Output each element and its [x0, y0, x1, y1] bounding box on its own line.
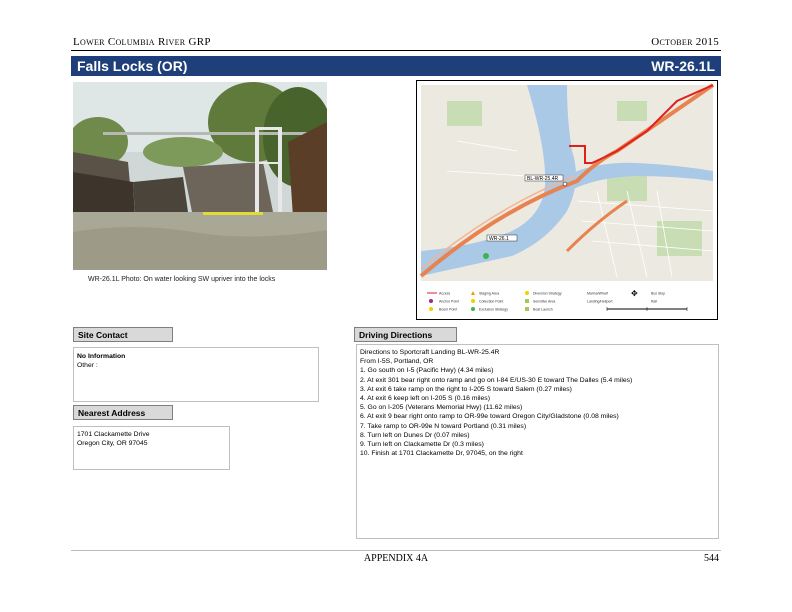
legend-anchor: Anchor Point: [439, 300, 459, 304]
direction-line: 3. At exit 6 take ramp on the right to I…: [360, 385, 572, 393]
page-number: 544: [704, 553, 719, 564]
legend-bus: Bus Stop: [651, 292, 665, 296]
header-report-title: Lower Columbia River GRP: [73, 36, 211, 48]
map-label-bl: BL-WR-25.4R: [527, 176, 559, 182]
site-contact-line1: No Information: [77, 353, 126, 360]
legend-marina: Marina/Wharf: [587, 292, 608, 296]
direction-line: 10. Finish at 1701 Clackamette Dr, 97045…: [360, 450, 523, 458]
site-contact-line2: Other :: [77, 362, 98, 370]
direction-line: 2. At exit 301 bear right onto ramp and …: [360, 376, 633, 384]
legend-staging: Staging Area: [479, 292, 499, 296]
legend-boom: Boom Point: [439, 308, 457, 312]
footer-appendix: APPENDIX 4A: [363, 553, 429, 564]
direction-line: From I-5S, Portland, OR: [360, 358, 434, 366]
driving-directions-tab: Driving Directions: [354, 327, 457, 342]
legend-boat-launch: Boat Launch: [533, 308, 553, 312]
address-line1: 1701 Clackamette Drive: [77, 431, 150, 438]
north-arrow-icon: ✥: [631, 289, 638, 298]
site-photo: [73, 82, 327, 270]
header-rule: [71, 50, 721, 51]
driving-directions-box: Directions to Sportcraft Landing BL-WR-2…: [356, 344, 719, 539]
direction-line: Directions to Sportcraft Landing BL-WR-2…: [360, 349, 500, 356]
direction-line: 8. Turn left on Dunes Dr (0.07 miles): [360, 431, 470, 439]
direction-line: 7. Take ramp to OR-99e N toward Portland…: [360, 422, 527, 430]
direction-line: 4. At exit 6 keep left on I-205 S (0.16 …: [360, 395, 490, 403]
legend-landing: Landing/Heliport: [587, 300, 613, 304]
legend-collection: Collection Point: [479, 300, 503, 304]
site-contact-label: Site Contact: [78, 330, 128, 340]
direction-line: 9. Turn left on Clackamette Dr (0.3 mile…: [360, 441, 484, 449]
direction-line: 5. Go on I-205 (Veterans Memorial Hwy) (…: [360, 404, 523, 412]
footer-rule: [71, 550, 721, 551]
direction-line: 6. At exit 9 bear right onto ramp to OR-…: [360, 413, 619, 421]
site-code: WR-26.1L: [651, 58, 715, 74]
header-date: October 2015: [651, 36, 719, 48]
site-map[interactable]: BL-WR-25.4R WR-26.1 Access Anchor Point …: [416, 80, 718, 320]
direction-line: 1. Go south on I-5 (Pacific Hwy) (4.34 m…: [360, 367, 494, 375]
map-label-wr: WR-26.1: [489, 236, 509, 242]
legend-access: Access: [439, 292, 451, 296]
site-contact-box: No Information Other :: [73, 347, 319, 402]
photo-caption: WR-26.1L Photo: On water looking SW upri…: [88, 276, 276, 283]
nearest-address-box: 1701 Clackamette Drive Oregon City, OR 9…: [73, 426, 230, 470]
legend-rail: Rail: [651, 300, 657, 304]
legend-exclusion: Exclusion Strategy: [479, 308, 508, 312]
legend-sensitive: Sensitive Area: [533, 300, 555, 304]
driving-directions-label: Driving Directions: [359, 330, 433, 340]
address-line2: Oregon City, OR 97045: [77, 440, 148, 448]
nearest-address-tab: Nearest Address: [73, 405, 173, 420]
title-bar: Falls Locks (OR) WR-26.1L: [71, 56, 721, 76]
legend-diversion: Diversion Strategy: [533, 292, 562, 296]
nearest-address-label: Nearest Address: [78, 408, 146, 418]
site-name: Falls Locks (OR): [77, 58, 188, 74]
site-contact-tab: Site Contact: [73, 327, 173, 342]
